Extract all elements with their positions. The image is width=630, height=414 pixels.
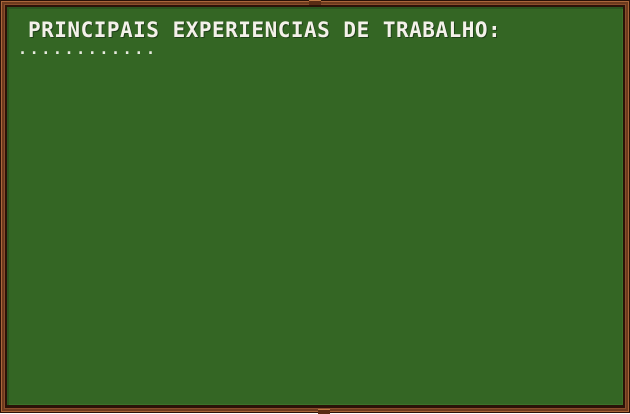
board-title: PRINCIPAIS EXPERIENCIAS DE TRABALHO:	[28, 18, 502, 42]
board-body-text: ............	[18, 40, 158, 58]
chalkboard: PRINCIPAIS EXPERIENCIAS DE TRABALHO: ...…	[0, 0, 630, 414]
green-slate	[7, 7, 623, 405]
frame-bottom-stud	[318, 409, 330, 414]
frame-top-stud	[309, 0, 321, 5]
